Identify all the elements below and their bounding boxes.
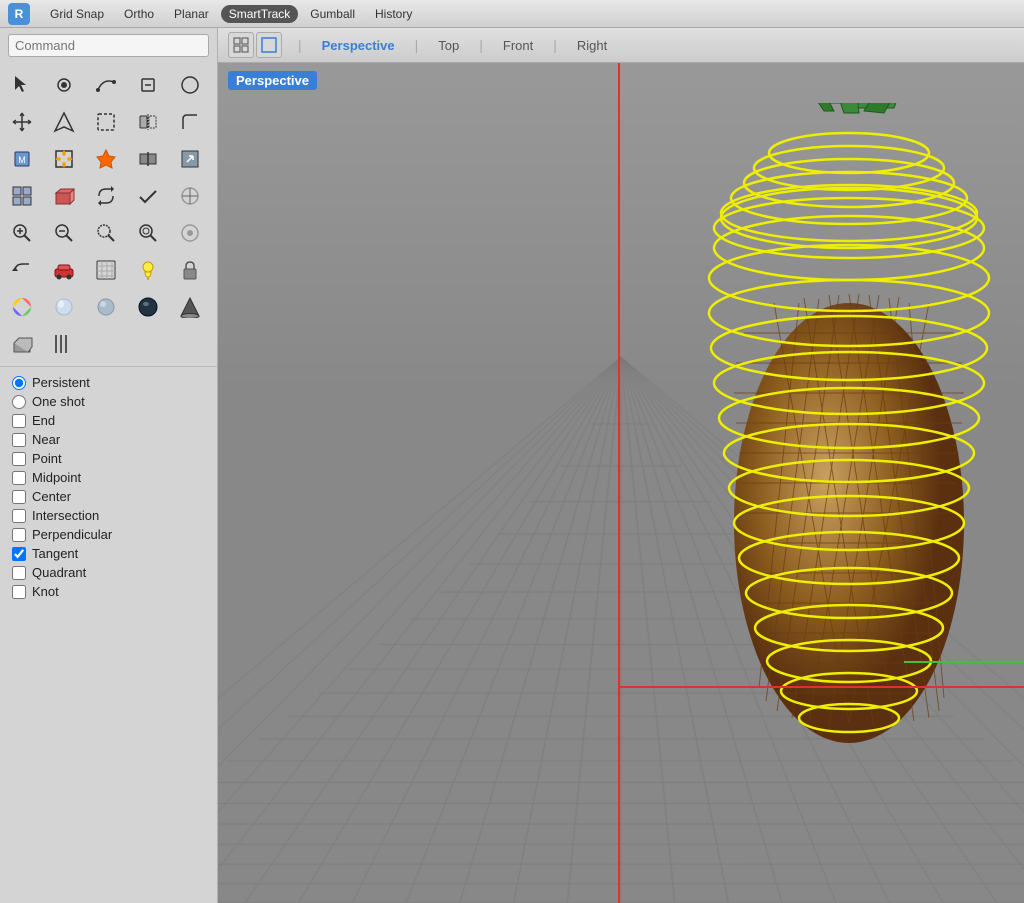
trim-tool[interactable] bbox=[130, 67, 166, 103]
viewport-perspective-label: Perspective bbox=[228, 71, 317, 90]
pineapple-object bbox=[674, 103, 994, 783]
zoom-out-tool[interactable] bbox=[46, 215, 82, 251]
render2-tool[interactable] bbox=[88, 289, 124, 325]
tab-perspective[interactable]: Perspective bbox=[310, 34, 407, 57]
orient-tool[interactable] bbox=[4, 326, 40, 362]
persistent-radio[interactable]: Persistent bbox=[12, 375, 205, 390]
snap-options: Persistent One shot End Near Point bbox=[0, 366, 217, 903]
viewport-area: | Perspective | Top | Front | Right Pers… bbox=[218, 28, 1024, 903]
snap-perpendicular[interactable]: Perpendicular bbox=[12, 527, 205, 542]
green-axis-line bbox=[904, 661, 1024, 663]
snap-intersection-label: Intersection bbox=[32, 508, 99, 523]
lock-tool[interactable] bbox=[172, 252, 208, 288]
four-view-btn[interactable] bbox=[228, 32, 254, 58]
box-tool[interactable] bbox=[46, 178, 82, 214]
command-input[interactable] bbox=[8, 34, 209, 57]
rotate-tool[interactable] bbox=[88, 178, 124, 214]
select-tool[interactable] bbox=[4, 67, 40, 103]
snap-center-label: Center bbox=[32, 489, 71, 504]
curve-tool[interactable] bbox=[88, 67, 124, 103]
snap-end[interactable]: End bbox=[12, 413, 205, 428]
box-select[interactable] bbox=[88, 104, 124, 140]
view-tabs-bar: | Perspective | Top | Front | Right bbox=[218, 28, 1024, 63]
grid-snap-btn[interactable]: Grid Snap bbox=[42, 5, 112, 23]
render-tool[interactable] bbox=[46, 289, 82, 325]
car-tool[interactable] bbox=[46, 252, 82, 288]
fillet-tool[interactable] bbox=[172, 104, 208, 140]
main-layout: M bbox=[0, 28, 1024, 903]
cone-tool[interactable] bbox=[172, 289, 208, 325]
zoom-extent[interactable] bbox=[130, 215, 166, 251]
move-tool[interactable]: M bbox=[4, 141, 40, 177]
viewport-3d[interactable]: Perspective bbox=[218, 63, 1024, 903]
undo-tool[interactable] bbox=[4, 252, 40, 288]
app-icon: R bbox=[8, 3, 30, 25]
smarttrack-btn[interactable]: SmartTrack bbox=[221, 5, 299, 23]
extract-tool[interactable] bbox=[172, 141, 208, 177]
texture-tool[interactable] bbox=[88, 252, 124, 288]
snap-quadrant-label: Quadrant bbox=[32, 565, 86, 580]
pan-tool[interactable] bbox=[4, 104, 40, 140]
snap-perpendicular-label: Perpendicular bbox=[32, 527, 112, 542]
tool-grid: M bbox=[0, 63, 217, 366]
zoom-tool[interactable] bbox=[4, 215, 40, 251]
mirror-tool[interactable] bbox=[130, 104, 166, 140]
tab-front[interactable]: Front bbox=[491, 34, 545, 57]
explode-tool[interactable] bbox=[88, 141, 124, 177]
array-tool[interactable] bbox=[46, 326, 82, 362]
named-view[interactable] bbox=[172, 215, 208, 251]
oneshot-label: One shot bbox=[32, 394, 85, 409]
zoom-window[interactable] bbox=[88, 215, 124, 251]
top-toolbar: R Grid Snap Ortho Planar SmartTrack Gumb… bbox=[0, 0, 1024, 28]
sphere-tool[interactable] bbox=[130, 289, 166, 325]
single-view-btn[interactable] bbox=[256, 32, 282, 58]
tab-right[interactable]: Right bbox=[565, 34, 619, 57]
snap-tangent[interactable]: Tangent bbox=[12, 546, 205, 561]
arrow-tool[interactable] bbox=[46, 104, 82, 140]
snap-tangent-label: Tangent bbox=[32, 546, 78, 561]
tab-top[interactable]: Top bbox=[426, 34, 471, 57]
point-tool[interactable] bbox=[46, 67, 82, 103]
oneshot-radio[interactable]: One shot bbox=[12, 394, 205, 409]
light-tool[interactable] bbox=[130, 252, 166, 288]
svg-text:M: M bbox=[18, 155, 26, 165]
red-line-horizontal bbox=[618, 686, 1024, 688]
snap-end-label: End bbox=[32, 413, 55, 428]
snap-near-label: Near bbox=[32, 432, 60, 447]
left-sidebar: M bbox=[0, 28, 218, 903]
snap-point[interactable]: Point bbox=[12, 451, 205, 466]
history-btn[interactable]: History bbox=[367, 5, 420, 23]
gumball-btn[interactable]: Gumball bbox=[302, 5, 363, 23]
grid-tool[interactable] bbox=[4, 178, 40, 214]
red-line-vertical bbox=[618, 63, 620, 903]
view-icon-group bbox=[228, 32, 282, 58]
snap-point-label: Point bbox=[32, 451, 62, 466]
snap-knot-label: Knot bbox=[32, 584, 59, 599]
puzzle-tool[interactable] bbox=[46, 141, 82, 177]
dimension-tool[interactable] bbox=[172, 178, 208, 214]
ortho-btn[interactable]: Ortho bbox=[116, 5, 162, 23]
snap-intersection[interactable]: Intersection bbox=[12, 508, 205, 523]
split-tool[interactable] bbox=[130, 141, 166, 177]
snap-knot[interactable]: Knot bbox=[12, 584, 205, 599]
check-tool[interactable] bbox=[130, 178, 166, 214]
color-tool[interactable] bbox=[4, 289, 40, 325]
snap-near[interactable]: Near bbox=[12, 432, 205, 447]
snap-midpoint[interactable]: Midpoint bbox=[12, 470, 205, 485]
snap-quadrant[interactable]: Quadrant bbox=[12, 565, 205, 580]
persistent-label: Persistent bbox=[32, 375, 90, 390]
command-input-container bbox=[0, 28, 217, 63]
snap-center[interactable]: Center bbox=[12, 489, 205, 504]
circle-tool[interactable] bbox=[172, 67, 208, 103]
snap-midpoint-label: Midpoint bbox=[32, 470, 81, 485]
planar-btn[interactable]: Planar bbox=[166, 5, 217, 23]
